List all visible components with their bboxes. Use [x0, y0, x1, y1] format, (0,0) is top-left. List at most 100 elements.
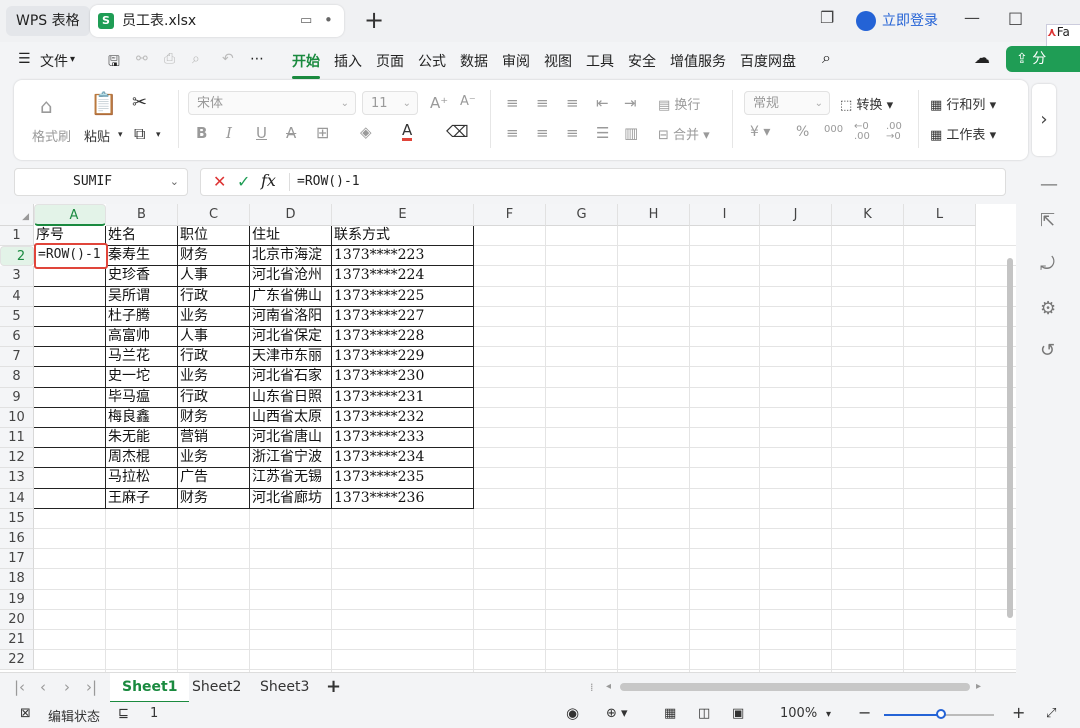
table-cell[interactable]: 山西省太原	[250, 408, 332, 428]
table-cell[interactable]: 1373****233	[332, 428, 474, 448]
row-header-11[interactable]: 11	[0, 428, 34, 449]
formula-input[interactable]: =ROW()-1	[297, 169, 360, 195]
table-cell[interactable]: 史珍香	[106, 266, 178, 286]
active-cell-editor[interactable]: =ROW()-1	[34, 243, 108, 270]
cancel-formula-icon[interactable]: ✕	[213, 172, 226, 191]
zoom-slider-knob[interactable]	[936, 709, 946, 719]
row-header-21[interactable]: 21	[0, 630, 34, 651]
history-icon[interactable]: ↺	[1040, 340, 1055, 361]
scrollbar-thumb[interactable]	[1007, 258, 1013, 618]
search-icon[interactable]: ⌕	[822, 48, 831, 68]
hamburger-icon[interactable]: ☰	[18, 51, 31, 67]
font-name-select[interactable]: 宋体 ⌄	[188, 91, 356, 115]
table-header-cell[interactable]: 联系方式	[332, 226, 474, 246]
table-cell[interactable]: 业务	[178, 307, 250, 327]
italic-button[interactable]: I	[226, 124, 232, 142]
page-break-icon[interactable]: ▣	[732, 706, 744, 721]
table-header-cell[interactable]: 职位	[178, 226, 250, 246]
row-header-12[interactable]: 12	[0, 448, 34, 469]
menu-tools[interactable]: 工具	[586, 51, 614, 71]
table-cell[interactable]: 史一坨	[106, 367, 178, 387]
strikethrough-button[interactable]: A	[286, 124, 296, 142]
table-cell[interactable]: 1373****223	[332, 246, 474, 266]
zoom-dropdown-icon[interactable]: ▾	[826, 709, 831, 720]
file-tab[interactable]: S 员工表.xlsx ▭ •	[90, 5, 344, 37]
underline-button[interactable]: U	[256, 124, 267, 142]
format-painter-label[interactable]: 格式刷	[32, 126, 71, 145]
table-header-cell[interactable]: 姓名	[106, 226, 178, 246]
name-box[interactable]: SUMIF ⌄	[14, 168, 188, 196]
table-cell[interactable]: 业务	[178, 367, 250, 387]
worksheet-button[interactable]: ▦ 工作表 ▾	[930, 124, 996, 143]
convert-button[interactable]: ⬚ 转换 ▾	[840, 94, 893, 113]
column-header-j[interactable]: J	[760, 204, 832, 226]
table-cell[interactable]: 行政	[178, 347, 250, 367]
decrease-indent-icon[interactable]: ⇤	[596, 94, 609, 112]
column-header-e[interactable]: E	[332, 204, 474, 226]
table-cell[interactable]: 王麻子	[106, 489, 178, 509]
scroll-right-icon[interactable]: ▸	[976, 681, 981, 692]
row-header-17[interactable]: 17	[0, 549, 34, 570]
column-header-a[interactable]: A	[34, 204, 106, 226]
distributed-icon[interactable]: ▥	[624, 124, 638, 142]
align-top-icon[interactable]: ≡	[506, 94, 519, 112]
sheet-tab-sheet2[interactable]: Sheet2	[180, 673, 253, 701]
table-cell[interactable]: 财务	[178, 246, 250, 266]
menu-insert[interactable]: 插入	[334, 51, 362, 71]
column-header-d[interactable]: D	[250, 204, 332, 226]
row-header-15[interactable]: 15	[0, 508, 34, 529]
row-header-8[interactable]: 8	[0, 367, 34, 388]
prev-sheet-icon[interactable]: ‹	[40, 678, 46, 696]
table-cell[interactable]: 周杰棍	[106, 448, 178, 468]
table-cell[interactable]: 行政	[178, 388, 250, 408]
row-header-10[interactable]: 10	[0, 407, 34, 428]
column-header-h[interactable]: H	[618, 204, 690, 226]
percent-button[interactable]: %	[796, 124, 809, 140]
menu-formula[interactable]: 公式	[418, 51, 446, 71]
fill-color-icon[interactable]: ◈	[360, 123, 372, 141]
print-icon[interactable]: ⎙	[164, 51, 175, 67]
table-cell[interactable]: 高富帅	[106, 327, 178, 347]
table-cell[interactable]: 1373****228	[332, 327, 474, 347]
formula-bar[interactable]: ✕ ✓ fx =ROW()-1	[200, 168, 1006, 196]
last-sheet-icon[interactable]: ›|	[86, 678, 97, 696]
ribbon-expand-chevron-icon[interactable]: ›	[1032, 84, 1056, 156]
decrease-decimal-icon[interactable]: .00 →0	[886, 122, 902, 142]
table-cell[interactable]: 财务	[178, 408, 250, 428]
row-header-20[interactable]: 20	[0, 609, 34, 630]
justify-icon[interactable]: ☰	[596, 124, 609, 142]
first-sheet-icon[interactable]: |‹	[14, 678, 25, 696]
sheet-tab-sheet1[interactable]: Sheet1	[110, 673, 190, 703]
align-bottom-icon[interactable]: ≡	[566, 94, 579, 112]
borders-icon[interactable]: ⊞	[316, 123, 329, 142]
table-cell[interactable]: 杜子腾	[106, 307, 178, 327]
spreadsheet-grid[interactable]: ◢ A B C D E F G H I J K L 1 2 3 4 5 6 7 8 9 10 11 12 13 14 15 16 17 18…	[0, 204, 1016, 672]
table-cell[interactable]: 山东省日照	[250, 388, 332, 408]
column-header-b[interactable]: B	[106, 204, 178, 226]
table-cell[interactable]: 江苏省无锡	[250, 468, 332, 488]
table-cell[interactable]: 1373****235	[332, 468, 474, 488]
number-format-select[interactable]: 常规 ⌄	[744, 91, 830, 115]
table-cell[interactable]: 马兰花	[106, 347, 178, 367]
row-header-7[interactable]: 7	[0, 347, 34, 368]
save-icon[interactable]: 🖫	[108, 51, 120, 75]
select-cursor-icon[interactable]: ⇱	[1040, 210, 1055, 231]
menu-view[interactable]: 视图	[544, 51, 572, 71]
paste-label[interactable]: 粘贴	[84, 126, 110, 145]
macro-icon[interactable]: ⊑	[118, 706, 129, 721]
table-cell[interactable]: 人事	[178, 327, 250, 347]
table-cell[interactable]: 1373****225	[332, 287, 474, 307]
wrap-text-button[interactable]: ▤ 换行	[658, 94, 700, 113]
cut-icon[interactable]: ✂	[132, 92, 147, 113]
row-header-9[interactable]: 9	[0, 387, 34, 408]
column-header-g[interactable]: G	[546, 204, 618, 226]
increase-font-icon[interactable]: A⁺	[430, 94, 448, 112]
menu-value-added[interactable]: 增值服务	[670, 51, 726, 71]
link-icon[interactable]: ⚯	[136, 51, 148, 67]
zoom-in-icon[interactable]: +	[1012, 703, 1025, 722]
table-cell[interactable]: 营销	[178, 428, 250, 448]
table-cell[interactable]: 天津市东丽	[250, 347, 332, 367]
table-cell[interactable]: 河北省廊坊	[250, 489, 332, 509]
row-header-3[interactable]: 3	[0, 266, 34, 287]
select-all-corner[interactable]: ◢	[0, 204, 34, 226]
